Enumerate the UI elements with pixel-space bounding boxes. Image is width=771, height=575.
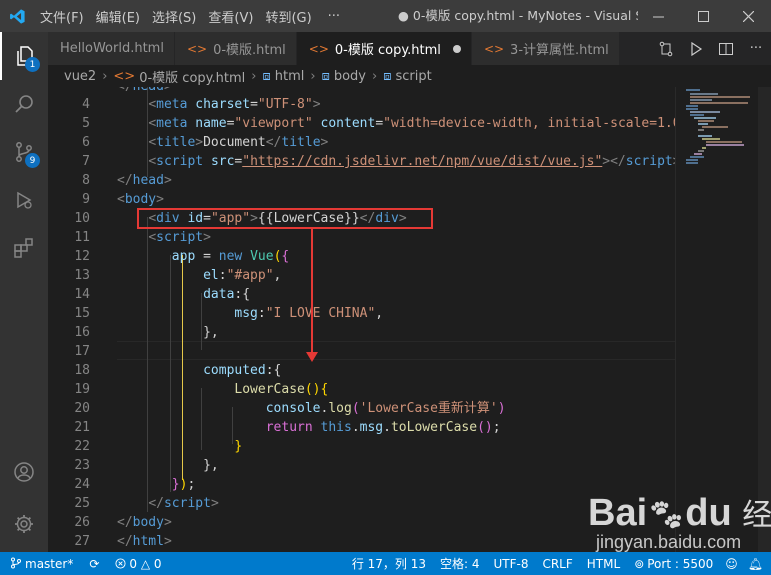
code-line: 16 }, [74, 325, 219, 340]
code-line: 8 </head> [82, 173, 172, 188]
html-file-icon: <> [186, 41, 208, 56]
menu-bar: 文件(F) 编辑(E) 选择(S) 查看(V) 转到(G) ··· [34, 0, 350, 32]
html-file-icon: <> [113, 68, 136, 84]
code-line: 21 return this.msg.toLowerCase(); [74, 420, 501, 435]
code-line: 15 msg:"I LOVE CHINA", [74, 306, 384, 321]
vscode-logo-icon [0, 0, 34, 32]
code-line: 4 <meta charset="UTF-8"> [82, 97, 321, 112]
code-line: 19 LowerCase(){ [74, 382, 329, 397]
chevron-right-icon: › [102, 68, 108, 84]
more-actions-icon[interactable]: ··· [741, 32, 771, 65]
code-line: 17 [74, 344, 90, 359]
code-line: 14 data:{ [74, 287, 251, 302]
activity-bar: 1 9 [0, 32, 48, 552]
scm-badge: 9 [25, 153, 40, 168]
run-icon[interactable] [681, 32, 711, 65]
chevron-right-icon: › [310, 68, 316, 84]
close-icon[interactable] [726, 0, 771, 32]
code-line: 12 app = new Vue({ [74, 249, 290, 264]
code-line: 7 <script src="https://cdn.jsdelivr.net/… [82, 154, 675, 169]
paw-icon: 🐾︎ [647, 499, 686, 532]
explorer-icon[interactable]: 1 [0, 32, 48, 80]
menu-file[interactable]: 文件(F) [34, 7, 90, 26]
breadcrumb-script[interactable]: script [395, 69, 431, 84]
menu-go[interactable]: 转到(G) [259, 7, 317, 26]
tab-template[interactable]: <> 0-模版.html [174, 32, 297, 65]
annotation-arrow-head [306, 352, 318, 362]
minimize-icon[interactable] [636, 0, 681, 32]
breadcrumb-file[interactable]: 0-模版 copy.html [139, 67, 245, 86]
element-icon: ⧈ [262, 68, 271, 84]
breadcrumb-html[interactable]: html [275, 69, 305, 84]
chevron-right-icon: › [372, 68, 378, 84]
sync-icon[interactable]: ⟳ [79, 557, 109, 571]
code-line: 23 }, [74, 458, 219, 473]
problems-status[interactable]: 0 △ 0 [109, 557, 167, 571]
editor-tabs: HelloWorld.html <> 0-模版.html <> 0-模版 copy.… [48, 32, 771, 65]
html-file-icon: <> [483, 41, 505, 56]
code-line: 6 <title>Document</title> [82, 135, 329, 150]
code-line: 9 <body> [82, 192, 164, 207]
breadcrumb-body[interactable]: body [334, 69, 366, 84]
vertical-scrollbar[interactable] [758, 87, 771, 552]
indentation[interactable]: 空格: 4 [432, 555, 486, 572]
encoding[interactable]: UTF-8 [485, 557, 534, 571]
menu-view[interactable]: 查看(V) [202, 7, 259, 26]
source-control-icon[interactable]: 9 [0, 128, 48, 176]
compare-changes-icon[interactable] [651, 32, 681, 65]
git-branch-icon [11, 557, 21, 568]
maximize-icon[interactable] [681, 0, 726, 32]
error-icon [115, 557, 126, 569]
menu-edit[interactable]: 编辑(E) [90, 7, 146, 26]
branch-status[interactable]: master* [0, 557, 79, 571]
breadcrumb-folder[interactable]: vue2 [64, 69, 96, 84]
chevron-right-icon: › [251, 68, 257, 84]
element-icon: ⧈ [321, 68, 330, 84]
code-editor[interactable]: </head> 4 <meta charset="UTF-8"> 5 <meta… [48, 87, 675, 552]
run-debug-icon[interactable] [0, 176, 48, 224]
annotation-arrow-line [311, 229, 313, 354]
tab-template-copy[interactable]: <> 0-模版 copy.html [296, 32, 472, 65]
menu-more[interactable]: ··· [318, 9, 350, 24]
editor-actions: ··· [645, 32, 771, 65]
menu-selection[interactable]: 选择(S) [146, 7, 202, 26]
tab-computed[interactable]: <> 3-计算属性.html [471, 32, 620, 65]
code-line: 20 console.log('LowerCase重新计算') [74, 401, 506, 416]
code-line: 22 } [74, 439, 243, 454]
element-icon: ⧈ [383, 68, 392, 84]
highlight-box [137, 208, 433, 229]
account-icon[interactable] [0, 448, 48, 496]
tab-helloworld[interactable]: HelloWorld.html [48, 32, 175, 65]
end-of-line[interactable]: CRLF [534, 557, 578, 571]
unsaved-dot-icon[interactable] [452, 44, 461, 53]
explorer-badge: 1 [25, 57, 40, 72]
breadcrumb: vue2 › <> 0-模版 copy.html › ⧈ html › ⧈ bo… [48, 65, 771, 87]
window-title: ● 0-模版 copy.html - MyNotes - Visual Stu.… [398, 8, 638, 23]
code-line: 18 computed:{ [74, 363, 282, 378]
search-icon[interactable] [0, 80, 48, 128]
cursor-position[interactable]: 行 17，列 13 [346, 555, 432, 572]
code-line: 11 <script> [74, 230, 211, 245]
minimap[interactable] [675, 87, 771, 552]
title-bar: 文件(F) 编辑(E) 选择(S) 查看(V) 转到(G) ··· ● 0-模版… [0, 0, 771, 32]
window-controls [636, 0, 771, 32]
baidu-watermark: Bai🐾︎du 经验 jingyan.baidu.com [588, 492, 771, 552]
settings-gear-icon[interactable] [0, 500, 48, 548]
extensions-icon[interactable] [0, 224, 48, 272]
split-editor-icon[interactable] [711, 32, 741, 65]
html-file-icon: <> [308, 41, 329, 56]
code-line: 5 <meta name="viewport" content="width=d… [82, 116, 675, 131]
code-line: 13 el:"#app", [74, 268, 282, 283]
